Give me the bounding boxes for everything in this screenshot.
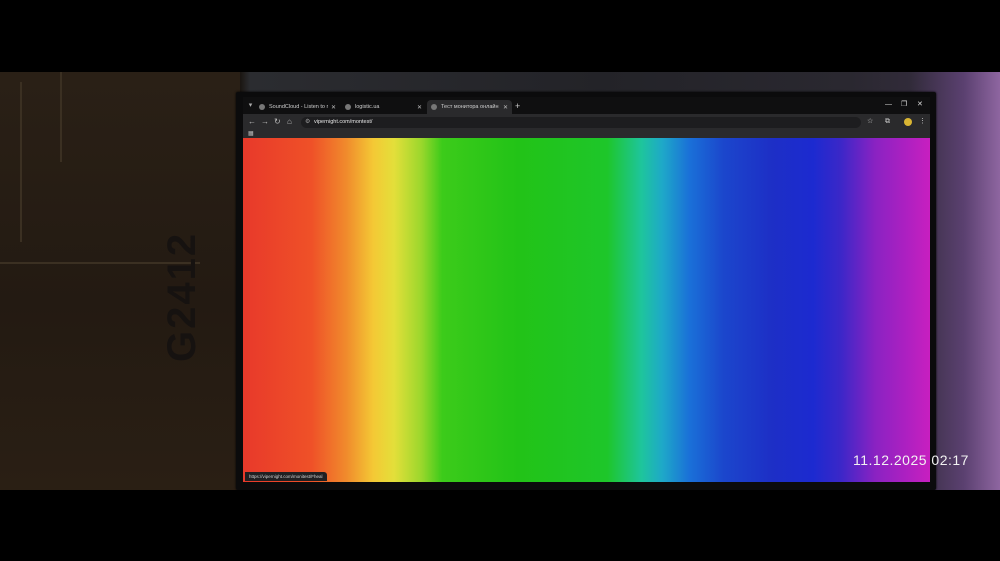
close-window-icon[interactable]: ✕ (917, 100, 923, 110)
monitor-box: G2412 (0, 72, 240, 490)
box-crease (60, 72, 62, 162)
minimize-icon[interactable]: — (885, 100, 892, 110)
browser-window: ▾ SoundCloud - Listen to music ✕ logisti… (243, 97, 930, 482)
profile-avatar[interactable] (904, 118, 912, 126)
site-info-icon[interactable]: ⚙ (305, 118, 310, 125)
arrow-left-icon[interactable]: ← (248, 117, 256, 127)
tab-bar: ▾ SoundCloud - Listen to music ✕ logisti… (243, 97, 930, 114)
letterbox-bottom (0, 490, 1000, 561)
address-text[interactable]: vipernight.com/montest/ (314, 119, 372, 125)
chevron-down-icon[interactable]: ▾ (246, 101, 255, 110)
soundcloud-favicon-icon (259, 104, 265, 110)
letterbox-top (0, 0, 1000, 72)
reload-icon[interactable]: ↻ (274, 117, 281, 127)
close-icon[interactable]: ✕ (331, 104, 336, 111)
bookmarks-bar: ▦ (243, 130, 930, 138)
timestamp-overlay: 11.12.2025 02:17 (853, 452, 969, 468)
restore-icon[interactable]: ❐ (901, 100, 907, 110)
star-icon[interactable]: ☆ (867, 117, 873, 127)
tab-title: SoundCloud - Listen to music (269, 104, 328, 110)
monitor-test-gradient[interactable]: https://vipernight.com/monitest/Fheal (243, 138, 930, 482)
tab-title: Тест монитора онлайн - мон (441, 104, 500, 110)
apps-grid-icon[interactable]: ▦ (248, 130, 254, 137)
tab-logistic[interactable]: logistic.ua ✕ (341, 100, 426, 114)
close-icon[interactable]: ✕ (503, 104, 508, 111)
page-favicon-icon (431, 104, 437, 110)
arrow-right-icon[interactable]: → (261, 117, 269, 127)
tab-soundcloud[interactable]: SoundCloud - Listen to music ✕ (255, 100, 340, 114)
address-bar[interactable]: ⚙ vipernight.com/montest/ (301, 117, 861, 128)
home-icon[interactable]: ⌂ (287, 117, 292, 127)
kebab-menu-icon[interactable]: ⋮ (919, 117, 926, 127)
plus-icon[interactable]: + (515, 100, 520, 112)
box-crease (20, 82, 22, 242)
globe-favicon-icon (345, 104, 351, 110)
puzzle-icon[interactable]: ⧉ (885, 117, 890, 127)
box-brand-print: G2412 (160, 231, 204, 362)
status-url-bubble: https://vipernight.com/monitest/Fheal (245, 472, 327, 481)
close-icon[interactable]: ✕ (417, 104, 422, 111)
tab-monitor-test[interactable]: Тест монитора онлайн - мон ✕ (427, 100, 512, 114)
tab-title: logistic.ua (355, 104, 380, 110)
toolbar: ← → ↻ ⌂ ⚙ vipernight.com/montest/ ☆ ⧉ ⋮ (243, 114, 930, 130)
